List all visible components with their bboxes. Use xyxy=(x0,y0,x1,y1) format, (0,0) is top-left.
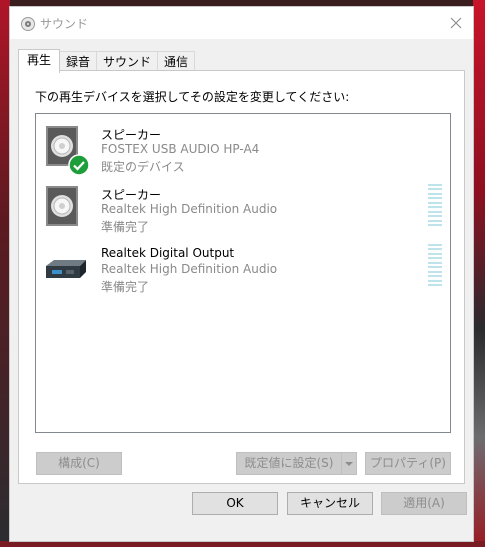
device-list: スピーカー FOSTEX USB AUDIO HP-A4 既定のデバイス スピー… xyxy=(35,113,451,433)
device-item[interactable]: スピーカー Realtek High Definition Audio 準備完了 xyxy=(36,180,450,240)
device-status: 準備完了 xyxy=(101,280,150,294)
set-default-dropdown-button[interactable] xyxy=(341,452,357,475)
sound-dialog: サウンド 再生 録音 サウンド 通信 下の再生デバイスを選択してその設定を変更し… xyxy=(9,6,474,542)
desktop-background-right xyxy=(473,0,485,547)
tab-sounds[interactable]: サウンド xyxy=(96,51,159,72)
set-default-button[interactable]: 既定値に設定(S) xyxy=(236,452,342,475)
device-item[interactable]: スピーカー FOSTEX USB AUDIO HP-A4 既定のデバイス xyxy=(36,120,450,180)
close-button[interactable] xyxy=(443,11,469,35)
configure-button[interactable]: 構成(C) xyxy=(36,452,122,475)
device-description: Realtek High Definition Audio xyxy=(101,262,278,276)
ok-button[interactable]: OK xyxy=(192,492,278,515)
properties-button[interactable]: プロパティ(P) xyxy=(365,452,451,475)
device-status: 既定のデバイス xyxy=(101,160,185,174)
volume-meter xyxy=(428,184,442,226)
speaker-icon xyxy=(46,186,78,226)
cancel-button[interactable]: キャンセル xyxy=(287,492,373,515)
device-name: Realtek Digital Output xyxy=(101,246,235,260)
close-icon xyxy=(450,17,462,29)
default-device-check-icon xyxy=(68,154,90,176)
device-description: FOSTEX USB AUDIO HP-A4 xyxy=(101,142,260,156)
playback-panel: 下の再生デバイスを選択してその設定を変更してください: スピーカー FOSTEX… xyxy=(18,70,465,484)
device-status: 準備完了 xyxy=(101,220,150,234)
volume-meter xyxy=(428,244,442,286)
tab-playback[interactable]: 再生 xyxy=(18,49,61,73)
apply-button[interactable]: 適用(A) xyxy=(381,492,467,515)
device-item[interactable]: Realtek Digital Output Realtek High Defi… xyxy=(36,240,450,300)
tab-recording[interactable]: 録音 xyxy=(59,51,98,72)
instruction-text: 下の再生デバイスを選択してその設定を変更してください: xyxy=(35,90,350,104)
window-title: サウンド xyxy=(40,17,89,31)
tab-strip: 再生 録音 サウンド 通信 xyxy=(18,49,196,73)
title-bar: サウンド xyxy=(10,7,473,39)
device-name: スピーカー xyxy=(101,128,162,142)
device-name: スピーカー xyxy=(101,188,162,202)
device-description: Realtek High Definition Audio xyxy=(101,202,278,216)
chevron-down-icon xyxy=(345,462,353,466)
speaker-icon xyxy=(21,17,35,31)
digital-output-icon xyxy=(46,260,86,278)
tab-communications[interactable]: 通信 xyxy=(157,51,196,72)
